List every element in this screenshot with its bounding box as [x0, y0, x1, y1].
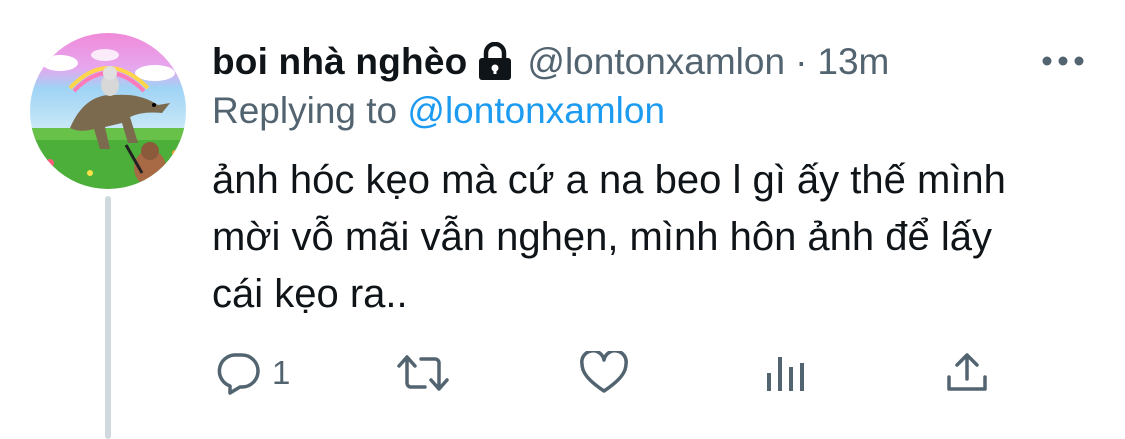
analytics-icon: [767, 357, 804, 391]
action-bar: 1: [0, 340, 1125, 410]
avatar[interactable]: [30, 33, 186, 189]
retweet-button[interactable]: [397, 348, 459, 398]
heart-icon: [580, 351, 628, 393]
avatar-image: [30, 33, 186, 189]
like-button[interactable]: [580, 348, 638, 398]
author-handle[interactable]: @lontonxamlon: [527, 41, 785, 83]
retweet-icon: [397, 355, 449, 391]
more-horizontal-icon[interactable]: [1040, 50, 1086, 72]
reply-icon: [217, 353, 260, 395]
separator-dot: ·: [795, 41, 808, 82]
reply-button[interactable]: 1: [214, 348, 290, 398]
analytics-button[interactable]: [764, 348, 808, 398]
tweet[interactable]: boi nhà nghèo @lontonxamlon · 13m Replyi…: [0, 0, 1125, 439]
tweet-header: boi nhà nghèo @lontonxamlon · 13m: [212, 36, 889, 88]
tweet-text: ảnh hóc kẹo mà cứ a na beo l gì ấy thế m…: [212, 158, 1006, 316]
share-icon: [947, 353, 987, 391]
timestamp[interactable]: 13m: [817, 41, 889, 83]
display-name[interactable]: boi nhà nghèo: [212, 41, 467, 83]
replying-to: Replying to @lontonxamlon: [212, 90, 665, 132]
reply-count: 1: [272, 354, 291, 391]
replying-to-label: Replying to: [212, 90, 408, 131]
lock-icon: [479, 42, 512, 80]
share-button[interactable]: [944, 348, 990, 398]
replying-to-handle[interactable]: @lontonxamlon: [407, 90, 665, 131]
